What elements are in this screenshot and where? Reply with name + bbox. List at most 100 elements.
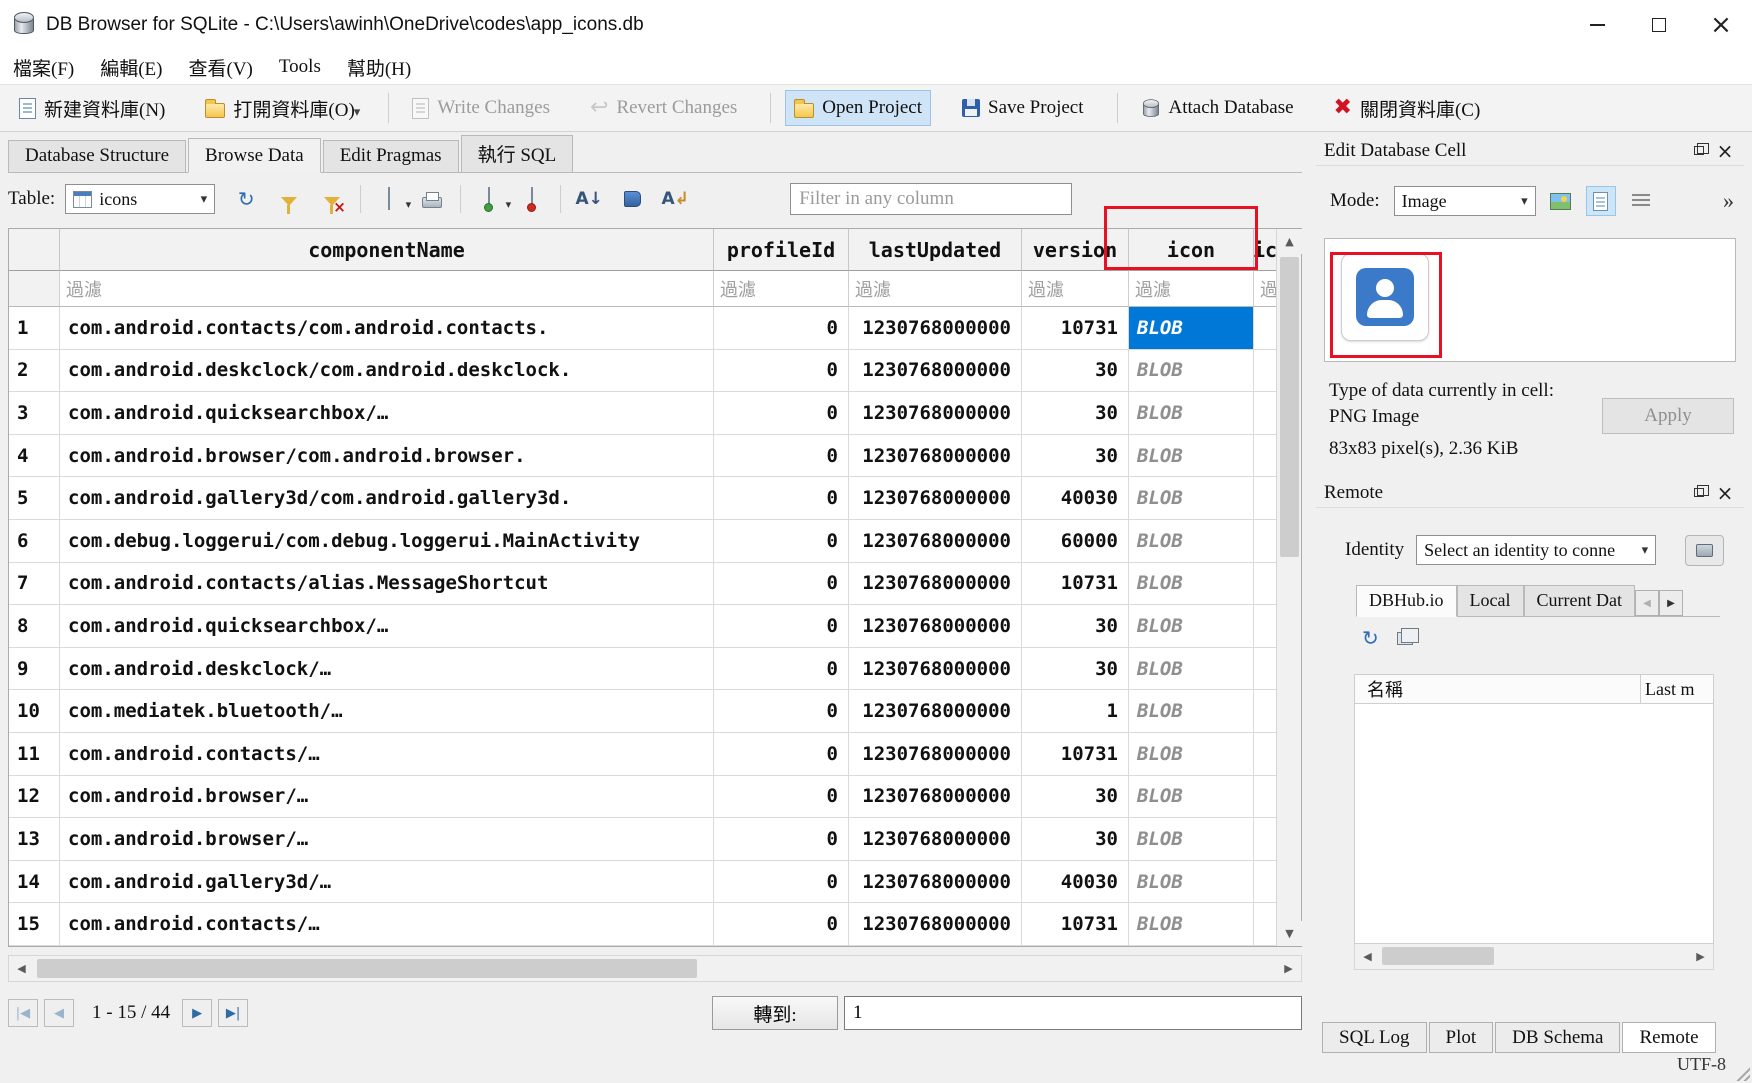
cell-version[interactable]: 60000 — [1022, 520, 1129, 563]
filter-button[interactable] — [274, 184, 304, 214]
cell-version[interactable]: 30 — [1022, 392, 1129, 435]
cell-icon[interactable]: BLOB — [1129, 776, 1254, 819]
cell-profileId[interactable]: 0 — [714, 563, 849, 606]
cell-version[interactable]: 30 — [1022, 605, 1129, 648]
word-wrap-button[interactable] — [1626, 186, 1656, 216]
tab-local[interactable]: Local — [1457, 585, 1524, 616]
revert-changes-button[interactable]: ↩ Revert Changes — [581, 90, 746, 126]
filter-profileId[interactable]: 過濾 — [714, 271, 849, 307]
previous-record-button[interactable]: ◀ — [44, 999, 74, 1027]
identity-settings-button[interactable] — [1685, 535, 1724, 566]
cell-componentName[interactable]: com.android.browser/com.android.browser. — [60, 435, 714, 478]
cell-lastUpdated[interactable]: 1230768000000 — [849, 520, 1022, 563]
grid-vertical-scrollbar[interactable]: ▲ ▼ — [1276, 229, 1301, 946]
grid-horizontal-scrollbar[interactable]: ◀ ▶ — [8, 955, 1302, 982]
cell-componentName[interactable]: com.android.browser/… — [60, 776, 714, 819]
cell-lastUpdated[interactable]: 1230768000000 — [849, 818, 1022, 861]
tab-dbhub-io[interactable]: DBHub.io — [1356, 585, 1457, 617]
cell-version[interactable]: 30 — [1022, 350, 1129, 393]
cell-partial[interactable] — [1254, 648, 1276, 691]
write-changes-button[interactable]: Write Changes — [403, 90, 559, 126]
cell-componentName[interactable]: com.android.quicksearchbox/… — [60, 392, 714, 435]
cell-partial[interactable] — [1254, 435, 1276, 478]
table-row[interactable]: 15 com.android.contacts/… 0 123076800000… — [9, 903, 1301, 946]
table-row[interactable]: 12 com.android.browser/… 0 1230768000000… — [9, 776, 1301, 819]
table-selector[interactable]: icons ▾ — [65, 184, 215, 214]
cell-componentName[interactable]: com.android.browser/… — [60, 818, 714, 861]
cell-version[interactable]: 40030 — [1022, 861, 1129, 904]
dock-splitter[interactable] — [1304, 132, 1314, 1044]
table-row[interactable]: 13 com.android.browser/… 0 1230768000000… — [9, 818, 1301, 861]
apply-button[interactable]: Apply — [1602, 398, 1734, 434]
filter-partial[interactable]: 過濾 — [1254, 271, 1276, 307]
goto-record-input[interactable] — [844, 996, 1302, 1030]
cell-profileId[interactable]: 0 — [714, 861, 849, 904]
cell-lastUpdated[interactable]: 1230768000000 — [849, 733, 1022, 776]
cell-icon[interactable]: BLOB — [1129, 690, 1254, 733]
cell-componentName[interactable]: com.debug.loggerui/com.debug.loggerui.Ma… — [60, 520, 714, 563]
cell-partial[interactable] — [1254, 477, 1276, 520]
cell-profileId[interactable]: 0 — [714, 776, 849, 819]
tab-browse-data[interactable]: Browse Data — [188, 138, 321, 173]
resize-grip[interactable] — [1734, 1065, 1750, 1081]
cell-version[interactable]: 30 — [1022, 435, 1129, 478]
cell-version[interactable]: 10731 — [1022, 563, 1129, 606]
cell-icon[interactable]: BLOB — [1129, 818, 1254, 861]
column-header-icon[interactable]: icon — [1129, 229, 1254, 271]
clone-database-button[interactable] — [1397, 632, 1413, 645]
cell-icon[interactable]: BLOB — [1129, 605, 1254, 648]
column-header-profileId[interactable]: profileId — [714, 229, 849, 271]
first-record-button[interactable]: |◀ — [8, 999, 38, 1027]
cell-lastUpdated[interactable]: 1230768000000 — [849, 690, 1022, 733]
table-row[interactable]: 7 com.android.contacts/alias.MessageShor… — [9, 563, 1301, 606]
row-number[interactable]: 3 — [9, 392, 60, 435]
cell-partial[interactable] — [1254, 392, 1276, 435]
tab-current-database[interactable]: Current Dat — [1524, 585, 1635, 616]
more-options-button[interactable]: » — [1723, 188, 1734, 214]
row-number[interactable]: 15 — [9, 903, 60, 946]
maximize-button[interactable] — [1628, 0, 1690, 50]
cell-partial[interactable] — [1254, 520, 1276, 563]
cell-componentName[interactable]: com.android.gallery3d/com.android.galler… — [60, 477, 714, 520]
cell-componentName[interactable]: com.mediatek.bluetooth/… — [60, 690, 714, 733]
cell-componentName[interactable]: com.android.deskclock/com.android.deskcl… — [60, 350, 714, 393]
filter-version[interactable]: 過濾 — [1022, 271, 1129, 307]
cell-profileId[interactable]: 0 — [714, 477, 849, 520]
row-number[interactable]: 13 — [9, 818, 60, 861]
cell-lastUpdated[interactable]: 1230768000000 — [849, 776, 1022, 819]
cell-profileId[interactable]: 0 — [714, 903, 849, 946]
scroll-right-button[interactable]: ▶ — [1276, 956, 1301, 981]
open-project-button[interactable]: Open Project — [785, 90, 931, 126]
row-number[interactable]: 12 — [9, 776, 60, 819]
table-row[interactable]: 2 com.android.deskclock/com.android.desk… — [9, 350, 1301, 393]
save-project-button[interactable]: Save Project — [953, 90, 1093, 126]
clear-filters-button[interactable] — [317, 184, 347, 214]
menu-file[interactable]: 檔案(F) — [0, 51, 87, 84]
cell-componentName[interactable]: com.android.quicksearchbox/… — [60, 605, 714, 648]
scroll-down-button[interactable]: ▼ — [1277, 921, 1302, 946]
row-number[interactable]: 1 — [9, 307, 60, 350]
cell-componentName[interactable]: com.android.gallery3d/… — [60, 861, 714, 904]
tab-execute-sql[interactable]: 執行 SQL — [461, 135, 574, 172]
last-record-button[interactable]: ▶| — [218, 999, 248, 1027]
menu-tools[interactable]: Tools — [266, 53, 334, 81]
cell-profileId[interactable]: 0 — [714, 648, 849, 691]
menu-help[interactable]: 幫助(H) — [334, 51, 424, 84]
remote-refresh-button[interactable]: ↻ — [1362, 628, 1379, 648]
close-panel-button[interactable]: × — [1712, 482, 1738, 504]
goto-button[interactable]: 轉到: — [712, 996, 838, 1030]
text-mode-button[interactable] — [1586, 186, 1616, 216]
table-row[interactable]: 5 com.android.gallery3d/com.android.gall… — [9, 477, 1301, 520]
refresh-table-button[interactable]: ↻ — [231, 184, 261, 214]
cell-partial[interactable] — [1254, 733, 1276, 776]
open-database-button[interactable]: 打開資料庫(O) — [196, 88, 363, 129]
close-button[interactable]: × — [1690, 0, 1752, 50]
cell-lastUpdated[interactable]: 1230768000000 — [849, 392, 1022, 435]
corner-header[interactable] — [9, 229, 60, 271]
remote-table-body[interactable] — [1354, 704, 1714, 944]
table-row[interactable]: 6 com.debug.loggerui/com.debug.loggerui.… — [9, 520, 1301, 563]
cell-lastUpdated[interactable]: 1230768000000 — [849, 307, 1022, 350]
cell-icon[interactable]: BLOB — [1129, 477, 1254, 520]
filter-lastUpdated[interactable]: 過濾 — [849, 271, 1022, 307]
tab-plot[interactable]: Plot — [1429, 1022, 1494, 1053]
